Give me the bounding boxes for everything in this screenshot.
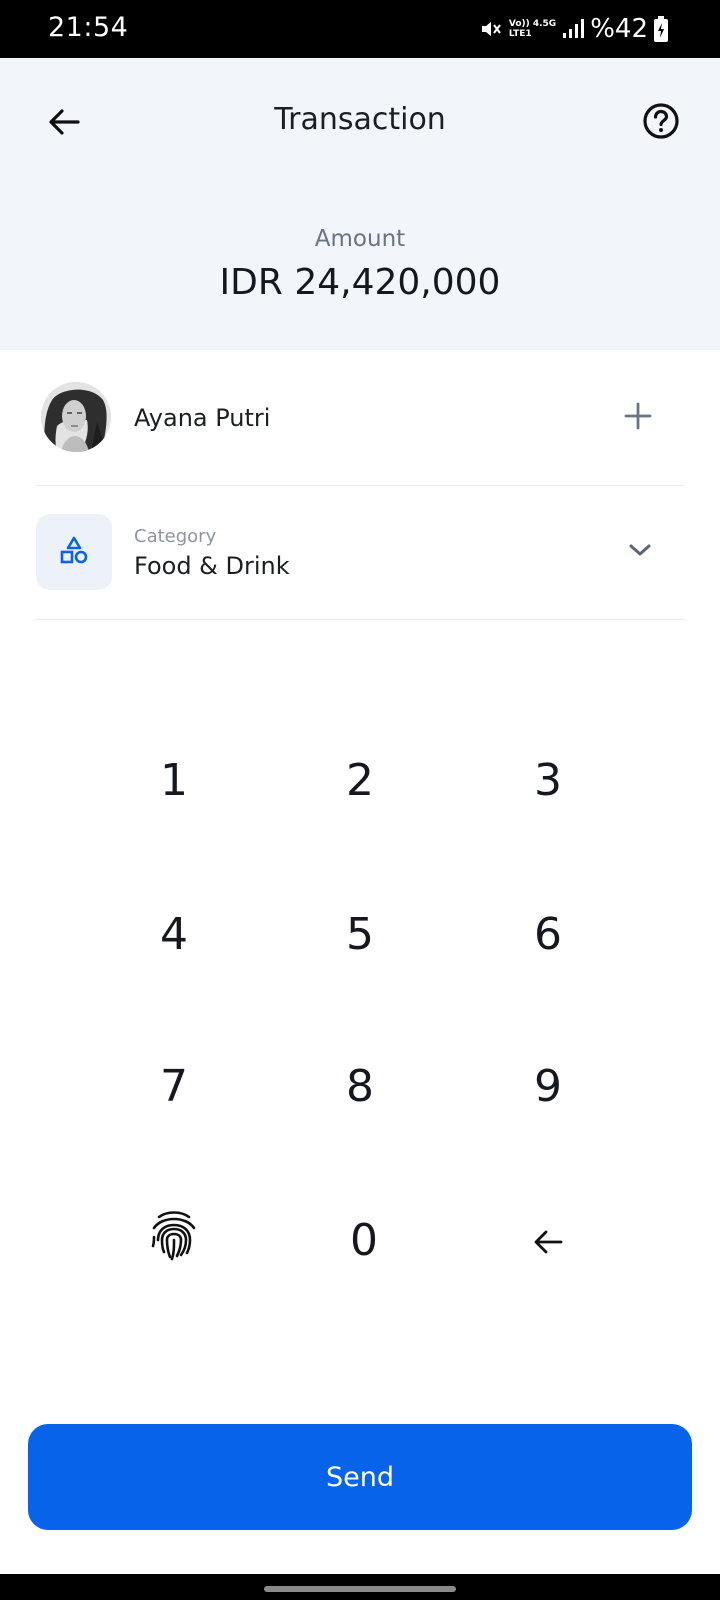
add-recipient-button[interactable] (616, 396, 660, 440)
shapes-icon (59, 535, 89, 569)
category-icon-box (36, 514, 112, 590)
key-9[interactable]: 9 (468, 1026, 628, 1146)
network-label: Vo)) 4.5G LTE1 (508, 19, 557, 39)
key-6[interactable]: 6 (468, 874, 628, 994)
status-time: 21:54 (48, 12, 129, 43)
battery-level: %42 (590, 14, 648, 44)
fingerprint-icon (149, 1208, 199, 1273)
send-button[interactable]: Send (28, 1424, 692, 1530)
mute-icon (479, 17, 503, 41)
help-circle-icon (642, 102, 680, 144)
amount-value: IDR 24,420,000 (219, 262, 501, 303)
key-2[interactable]: 2 (280, 720, 440, 840)
backspace-arrow-icon (533, 1215, 563, 1266)
help-button[interactable] (636, 98, 686, 148)
recipient-name: Ayana Putri (134, 404, 271, 432)
battery-icon (654, 16, 668, 42)
amount-label: Amount (314, 226, 406, 252)
key-0[interactable]: 0 (284, 1180, 444, 1300)
key-4[interactable]: 4 (94, 874, 254, 994)
category-dropdown-button[interactable] (620, 532, 660, 572)
page-title: Transaction (274, 102, 446, 137)
key-7[interactable]: 7 (94, 1026, 254, 1146)
key-1[interactable]: 1 (94, 720, 254, 840)
recipient-row[interactable]: Ayana Putri (36, 350, 684, 486)
key-5[interactable]: 5 (280, 874, 440, 994)
backspace-button[interactable] (468, 1180, 628, 1300)
chevron-down-icon (628, 542, 652, 562)
fingerprint-button[interactable] (94, 1180, 254, 1300)
avatar (41, 382, 111, 452)
key-3[interactable]: 3 (468, 720, 628, 840)
status-icons: Vo)) 4.5G LTE1 %42 (479, 10, 668, 48)
signal-icon (562, 19, 585, 39)
category-selector[interactable]: Category Food & Drink (36, 486, 684, 620)
plus-icon (624, 402, 652, 434)
category-value: Food & Drink (134, 552, 290, 580)
home-indicator[interactable] (264, 1586, 456, 1592)
category-label: Category (134, 526, 217, 547)
key-8[interactable]: 8 (280, 1026, 440, 1146)
status-bar: 21:54 Vo)) 4.5G LTE1 %42 (0, 0, 720, 58)
header: Transaction Amount IDR 24,420,000 (0, 58, 720, 350)
system-nav-bar (0, 1574, 720, 1600)
